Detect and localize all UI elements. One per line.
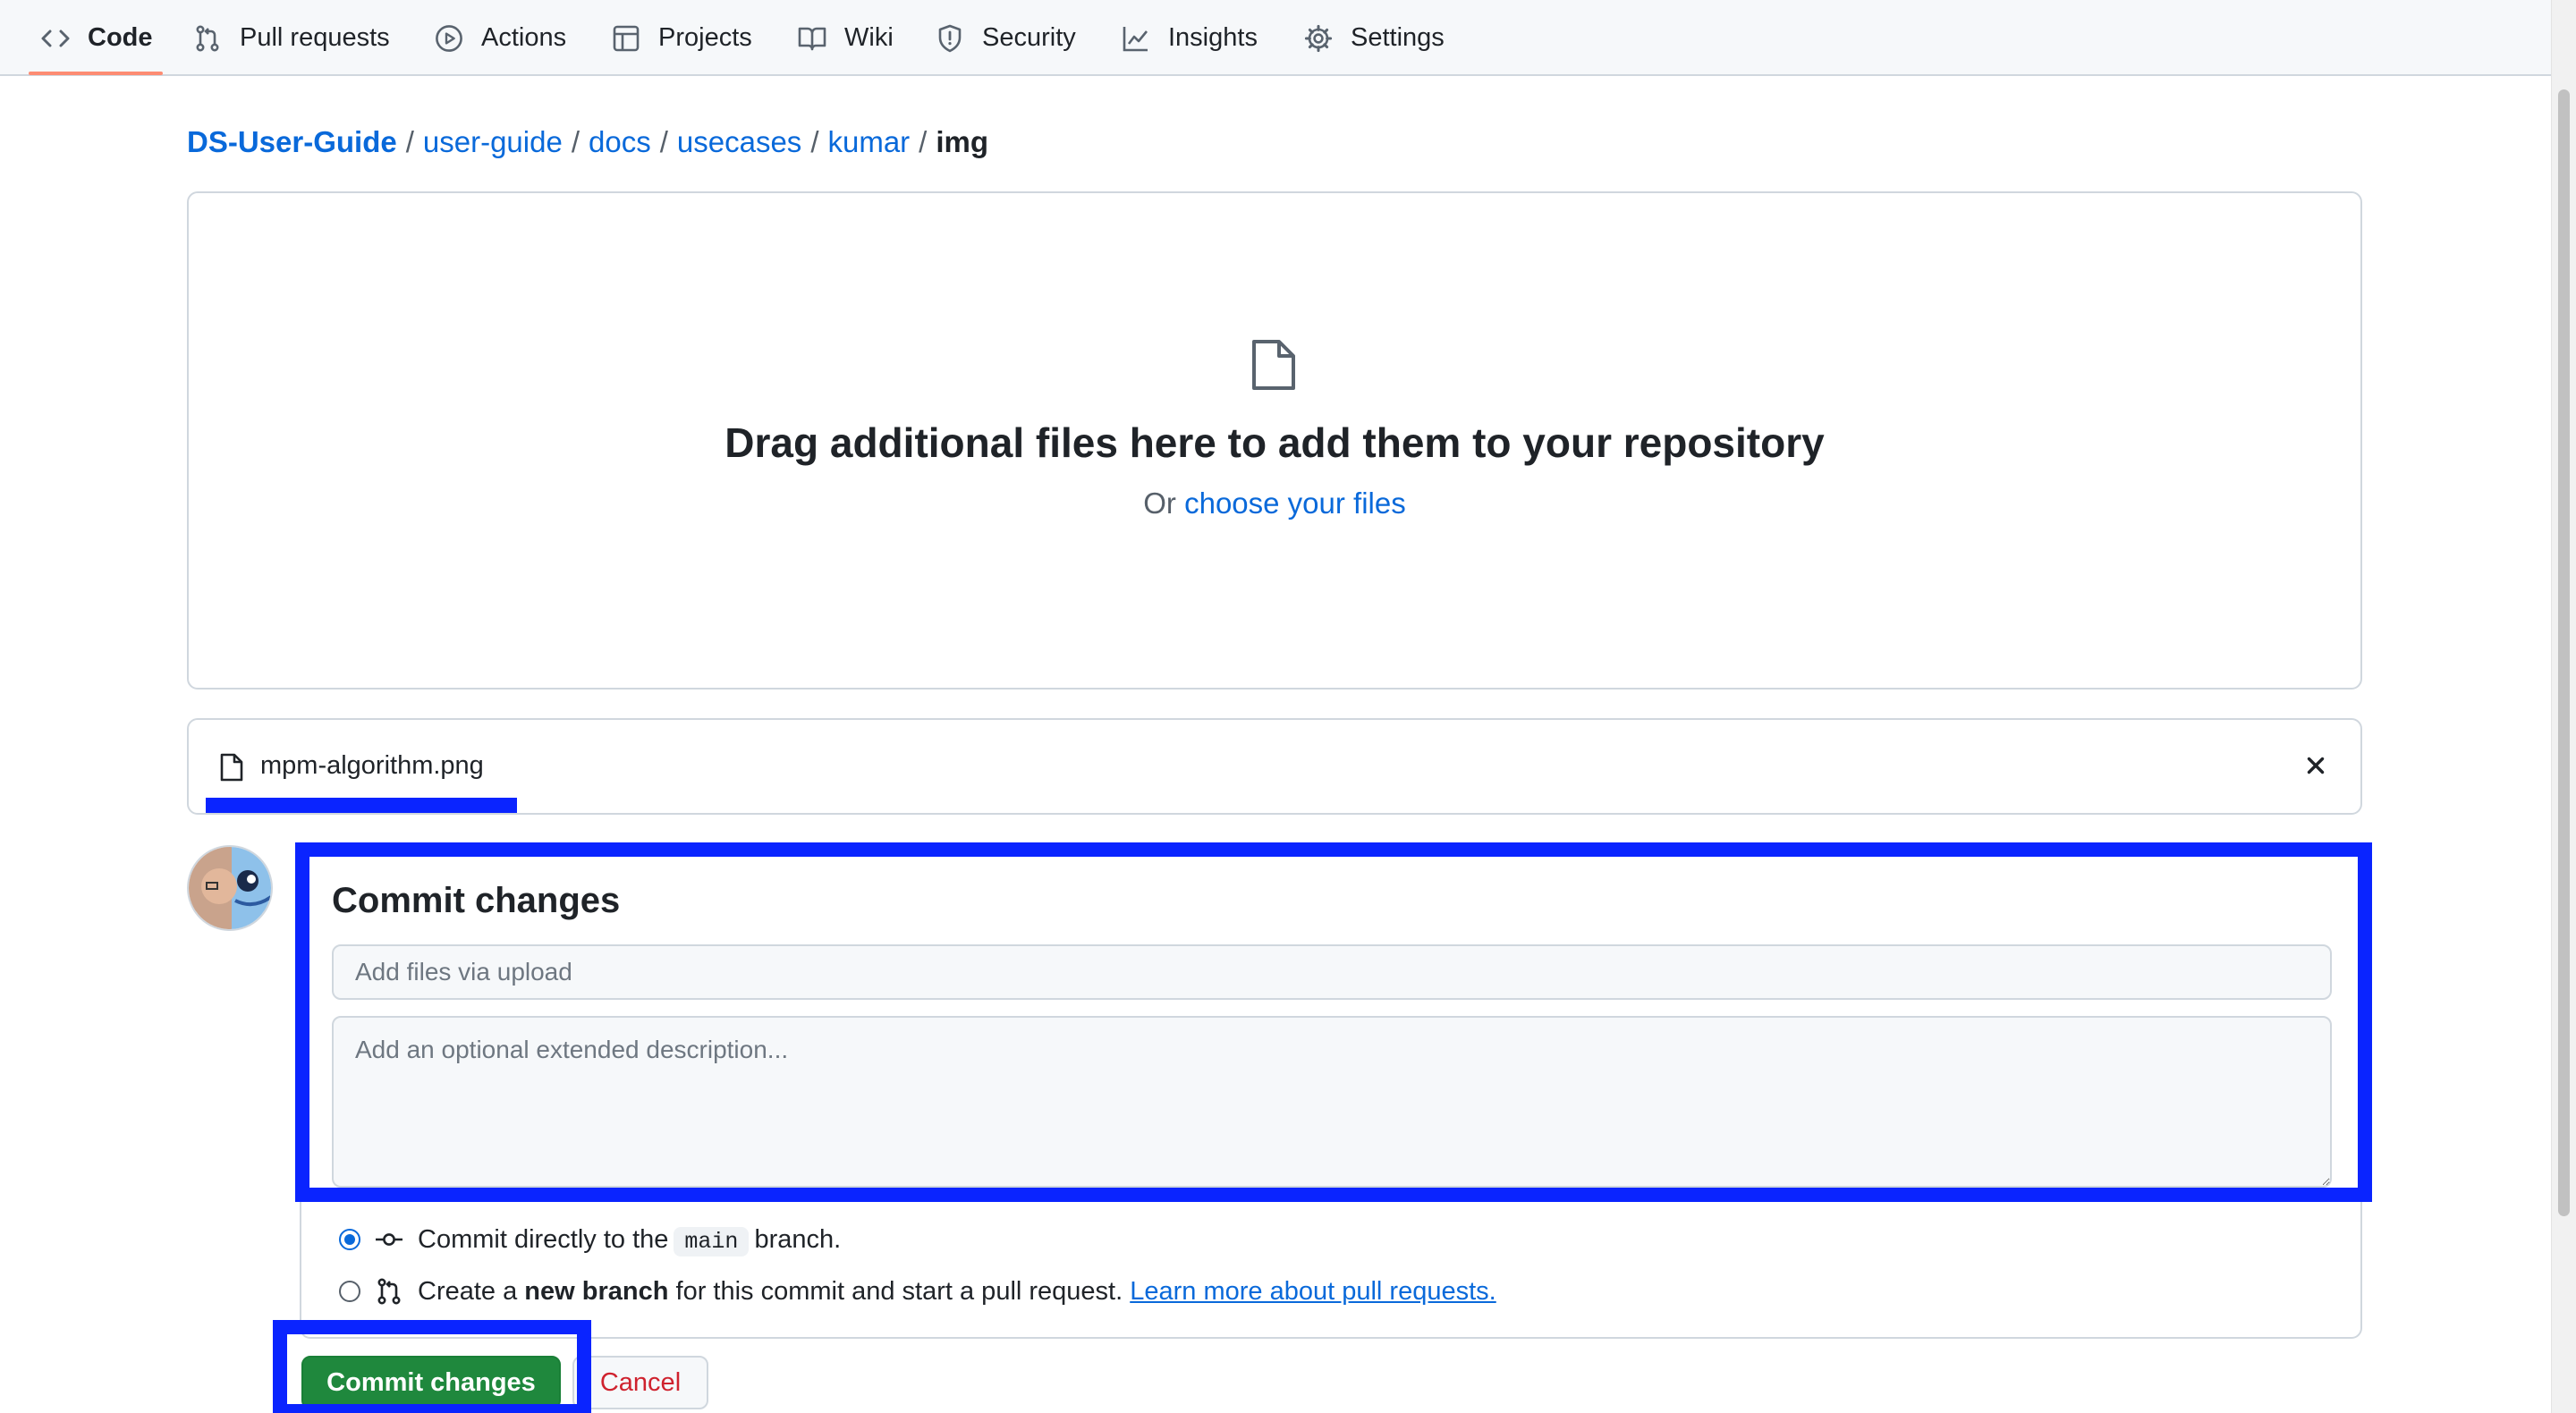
tab-pull-requests[interactable]: Pull requests — [193, 0, 390, 76]
breadcrumb: DS-User-Guide / user-guide / docs / usec… — [187, 122, 988, 163]
close-icon[interactable] — [2302, 752, 2329, 779]
breadcrumb-link-usecases[interactable]: usecases — [677, 125, 801, 159]
tab-security-label: Security — [982, 23, 1076, 52]
git-pull-request-icon — [196, 24, 219, 51]
breadcrumb-repo-link[interactable]: DS-User-Guide — [187, 125, 397, 159]
annotation-box — [273, 1320, 591, 1413]
breadcrumb-separator: / — [571, 125, 580, 158]
drop-zone-or: Or — [1143, 487, 1176, 520]
play-icon — [436, 24, 462, 52]
choose-files-link[interactable]: choose your files — [1184, 487, 1406, 520]
tab-security[interactable]: Security — [936, 0, 1076, 76]
tab-insights-label: Insights — [1168, 23, 1258, 52]
tab-projects[interactable]: Projects — [612, 0, 752, 76]
annotation-underline — [206, 798, 517, 813]
breadcrumb-link-kumar[interactable]: kumar — [827, 125, 910, 159]
annotation-box — [295, 842, 2372, 1202]
shield-icon — [938, 24, 962, 52]
tab-settings[interactable]: Settings — [1304, 0, 1445, 76]
tab-code-label: Code — [88, 23, 153, 52]
new-branch-suffix: for this commit and start a pull request… — [675, 1277, 1123, 1306]
active-tab-indicator — [29, 72, 163, 75]
commit-direct-radio[interactable] — [339, 1229, 360, 1250]
new-branch-bold: new branch — [524, 1277, 669, 1306]
tab-pull-requests-label: Pull requests — [240, 23, 390, 52]
gear-icon — [1304, 24, 1333, 52]
cancel-button[interactable]: Cancel — [572, 1356, 708, 1409]
new-branch-prefix: Create a — [418, 1277, 518, 1306]
avatar[interactable] — [187, 845, 273, 931]
tab-wiki[interactable]: Wiki — [798, 0, 894, 76]
drop-zone-subtitle: Or choose your files — [187, 487, 2362, 520]
graph-icon — [1123, 26, 1148, 51]
tab-wiki-label: Wiki — [844, 23, 894, 52]
branch-name-badge: main — [674, 1227, 750, 1256]
breadcrumb-link-user-guide[interactable]: user-guide — [423, 125, 563, 159]
new-branch-radio[interactable] — [339, 1281, 360, 1302]
tab-actions-label: Actions — [481, 23, 567, 52]
commit-direct-prefix: Commit directly to the — [418, 1225, 669, 1254]
breadcrumb-link-docs[interactable]: docs — [589, 125, 651, 159]
new-branch-label: Create a new branch for this commit and … — [418, 1277, 1496, 1307]
avatar-image — [189, 847, 271, 929]
code-icon — [41, 30, 70, 47]
uploaded-file-name: mpm-algorithm.png — [260, 751, 484, 780]
breadcrumb-separator: / — [659, 125, 668, 158]
file-icon — [220, 753, 243, 782]
file-icon — [1252, 340, 1295, 390]
learn-more-link[interactable]: Learn more about pull requests. — [1130, 1277, 1496, 1306]
commit-direct-label: Commit directly to the main branch. — [418, 1225, 841, 1256]
breadcrumb-separator: / — [810, 125, 819, 158]
tab-settings-label: Settings — [1351, 23, 1445, 52]
book-icon — [798, 27, 826, 50]
tab-projects-label: Projects — [658, 23, 752, 52]
tab-insights[interactable]: Insights — [1122, 0, 1258, 76]
drop-zone-title: Drag additional files here to add them t… — [724, 419, 1825, 466]
scrollbar-thumb[interactable] — [2558, 89, 2570, 1216]
tab-code[interactable]: Code — [41, 0, 153, 76]
git-pull-request-icon — [377, 1278, 401, 1305]
breadcrumb-current: img — [936, 125, 989, 158]
table-icon — [613, 25, 640, 51]
git-commit-icon — [376, 1233, 402, 1246]
breadcrumb-separator: / — [919, 125, 928, 158]
tab-actions[interactable]: Actions — [435, 0, 566, 76]
repo-nav: Code Pull requests Actions Projects Wiki… — [0, 0, 2551, 76]
commit-direct-suffix: branch. — [754, 1225, 842, 1254]
breadcrumb-separator: / — [405, 125, 414, 158]
